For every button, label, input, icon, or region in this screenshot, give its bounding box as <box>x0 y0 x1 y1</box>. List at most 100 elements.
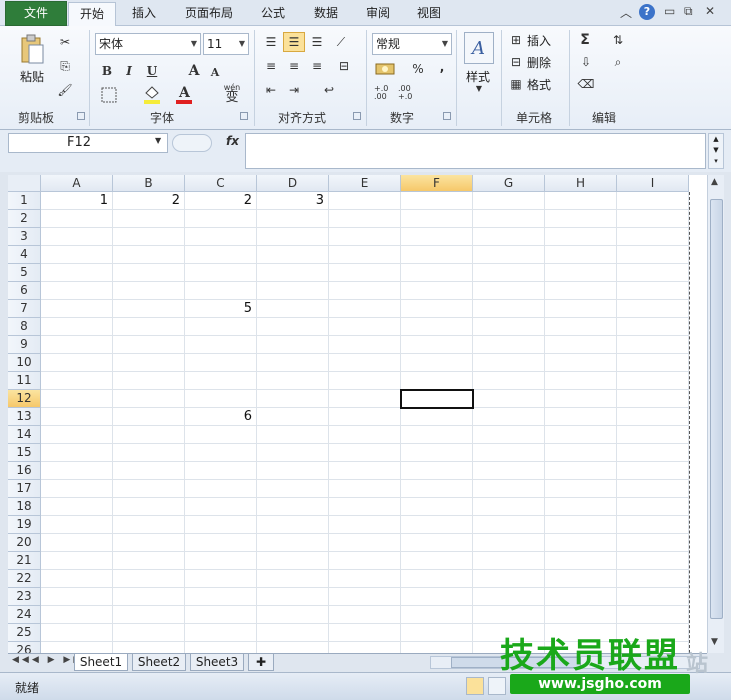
cell-C1[interactable]: 2 <box>185 192 257 210</box>
cell-G11[interactable] <box>473 372 545 390</box>
row-header-12[interactable]: 12 <box>8 390 41 408</box>
cell-I18[interactable] <box>617 498 689 516</box>
cell-F20[interactable] <box>401 534 473 552</box>
cell-E2[interactable] <box>329 210 401 228</box>
sheet-tab-1[interactable]: Sheet1 <box>74 654 128 671</box>
restore-icon[interactable]: ⧉ <box>684 4 693 19</box>
column-header-C[interactable]: C <box>185 175 257 192</box>
cell-A16[interactable] <box>41 462 113 480</box>
cell-G16[interactable] <box>473 462 545 480</box>
cell-D11[interactable] <box>257 372 329 390</box>
cell-C18[interactable] <box>185 498 257 516</box>
close-icon[interactable]: ✕ <box>705 4 715 18</box>
cell-H17[interactable] <box>545 480 617 498</box>
cell-E15[interactable] <box>329 444 401 462</box>
cell-B20[interactable] <box>113 534 185 552</box>
normal-view-icon[interactable] <box>466 677 484 695</box>
row-header-19[interactable]: 19 <box>8 516 41 534</box>
row-header-16[interactable]: 16 <box>8 462 41 480</box>
cell-G9[interactable] <box>473 336 545 354</box>
align-center-icon[interactable]: ≡ <box>285 58 303 74</box>
insert-cells-button[interactable]: 插入 <box>527 32 551 49</box>
column-header-H[interactable]: H <box>545 175 617 192</box>
cell-H22[interactable] <box>545 570 617 588</box>
cell-F5[interactable] <box>401 264 473 282</box>
styles-dropdown-icon[interactable]: ▼ <box>475 84 483 93</box>
clear-icon[interactable]: ⌫ <box>577 76 595 92</box>
cell-D6[interactable] <box>257 282 329 300</box>
font-name-select[interactable]: 宋体 ▼ <box>95 33 201 55</box>
cell-B1[interactable]: 2 <box>113 192 185 210</box>
cell-H10[interactable] <box>545 354 617 372</box>
cell-F7[interactable] <box>401 300 473 318</box>
worksheet-grid[interactable]: A B C D E F G H I 1 1 2 2 3 2 3 4 5 6 7 5 8 9 10 11 12 13 6 14 15 16 17… <box>8 175 707 653</box>
sheet-tab-2[interactable]: Sheet2 <box>132 654 186 671</box>
cell-A21[interactable] <box>41 552 113 570</box>
fill-icon[interactable]: ⇩ <box>577 54 595 70</box>
cell-B5[interactable] <box>113 264 185 282</box>
cell-G10[interactable] <box>473 354 545 372</box>
cell-B2[interactable] <box>113 210 185 228</box>
row-header-22[interactable]: 22 <box>8 570 41 588</box>
cell-F23[interactable] <box>401 588 473 606</box>
cell-I7[interactable] <box>617 300 689 318</box>
cell-A25[interactable] <box>41 624 113 642</box>
tab-page-layout[interactable]: 页面布局 <box>176 2 242 26</box>
cell-C20[interactable] <box>185 534 257 552</box>
cell-I14[interactable] <box>617 426 689 444</box>
cell-H9[interactable] <box>545 336 617 354</box>
cell-B23[interactable] <box>113 588 185 606</box>
increase-decimal-button[interactable]: +.0 .00 <box>374 84 396 102</box>
cell-B6[interactable] <box>113 282 185 300</box>
tab-file[interactable]: 文件 <box>5 1 67 26</box>
cell-F8[interactable] <box>401 318 473 336</box>
cell-F2[interactable] <box>401 210 473 228</box>
sort-filter-icon[interactable]: ⇅ <box>608 32 628 48</box>
font-color-icon[interactable]: A <box>174 84 194 104</box>
cell-H4[interactable] <box>545 246 617 264</box>
cell-F10[interactable] <box>401 354 473 372</box>
cell-A2[interactable] <box>41 210 113 228</box>
cell-C9[interactable] <box>185 336 257 354</box>
row-header-4[interactable]: 4 <box>8 246 41 264</box>
cell-E1[interactable] <box>329 192 401 210</box>
font-size-select[interactable]: 11 ▼ <box>203 33 249 55</box>
cell-E16[interactable] <box>329 462 401 480</box>
cell-A14[interactable] <box>41 426 113 444</box>
cell-B25[interactable] <box>113 624 185 642</box>
cell-D8[interactable] <box>257 318 329 336</box>
increase-indent-icon[interactable]: ⇥ <box>285 82 303 98</box>
formula-divider-handle[interactable] <box>172 134 212 152</box>
row-header-1[interactable]: 1 <box>8 192 41 210</box>
cell-E26[interactable] <box>329 642 401 653</box>
cell-C4[interactable] <box>185 246 257 264</box>
cell-B16[interactable] <box>113 462 185 480</box>
sheet-nav-icons[interactable]: ◀◀◀ ▶ ▶▶ <box>12 655 83 665</box>
cell-F15[interactable] <box>401 444 473 462</box>
tab-insert[interactable]: 插入 <box>122 2 166 26</box>
cell-H13[interactable] <box>545 408 617 426</box>
cell-A1[interactable]: 1 <box>41 192 113 210</box>
cell-F26[interactable] <box>401 642 473 653</box>
cell-F3[interactable] <box>401 228 473 246</box>
cell-G18[interactable] <box>473 498 545 516</box>
cell-F9[interactable] <box>401 336 473 354</box>
cell-I19[interactable] <box>617 516 689 534</box>
cell-B12[interactable] <box>113 390 185 408</box>
cell-A4[interactable] <box>41 246 113 264</box>
cell-D16[interactable] <box>257 462 329 480</box>
cell-F16[interactable] <box>401 462 473 480</box>
cell-I5[interactable] <box>617 264 689 282</box>
cell-I12[interactable] <box>617 390 689 408</box>
align-left-icon[interactable]: ≡ <box>262 58 280 74</box>
cell-E14[interactable] <box>329 426 401 444</box>
cell-H7[interactable] <box>545 300 617 318</box>
cell-I9[interactable] <box>617 336 689 354</box>
cell-H2[interactable] <box>545 210 617 228</box>
cell-G5[interactable] <box>473 264 545 282</box>
cell-E11[interactable] <box>329 372 401 390</box>
cell-H14[interactable] <box>545 426 617 444</box>
cell-F21[interactable] <box>401 552 473 570</box>
font-launcher[interactable] <box>240 112 248 120</box>
shrink-font-button[interactable]: A <box>208 64 222 80</box>
